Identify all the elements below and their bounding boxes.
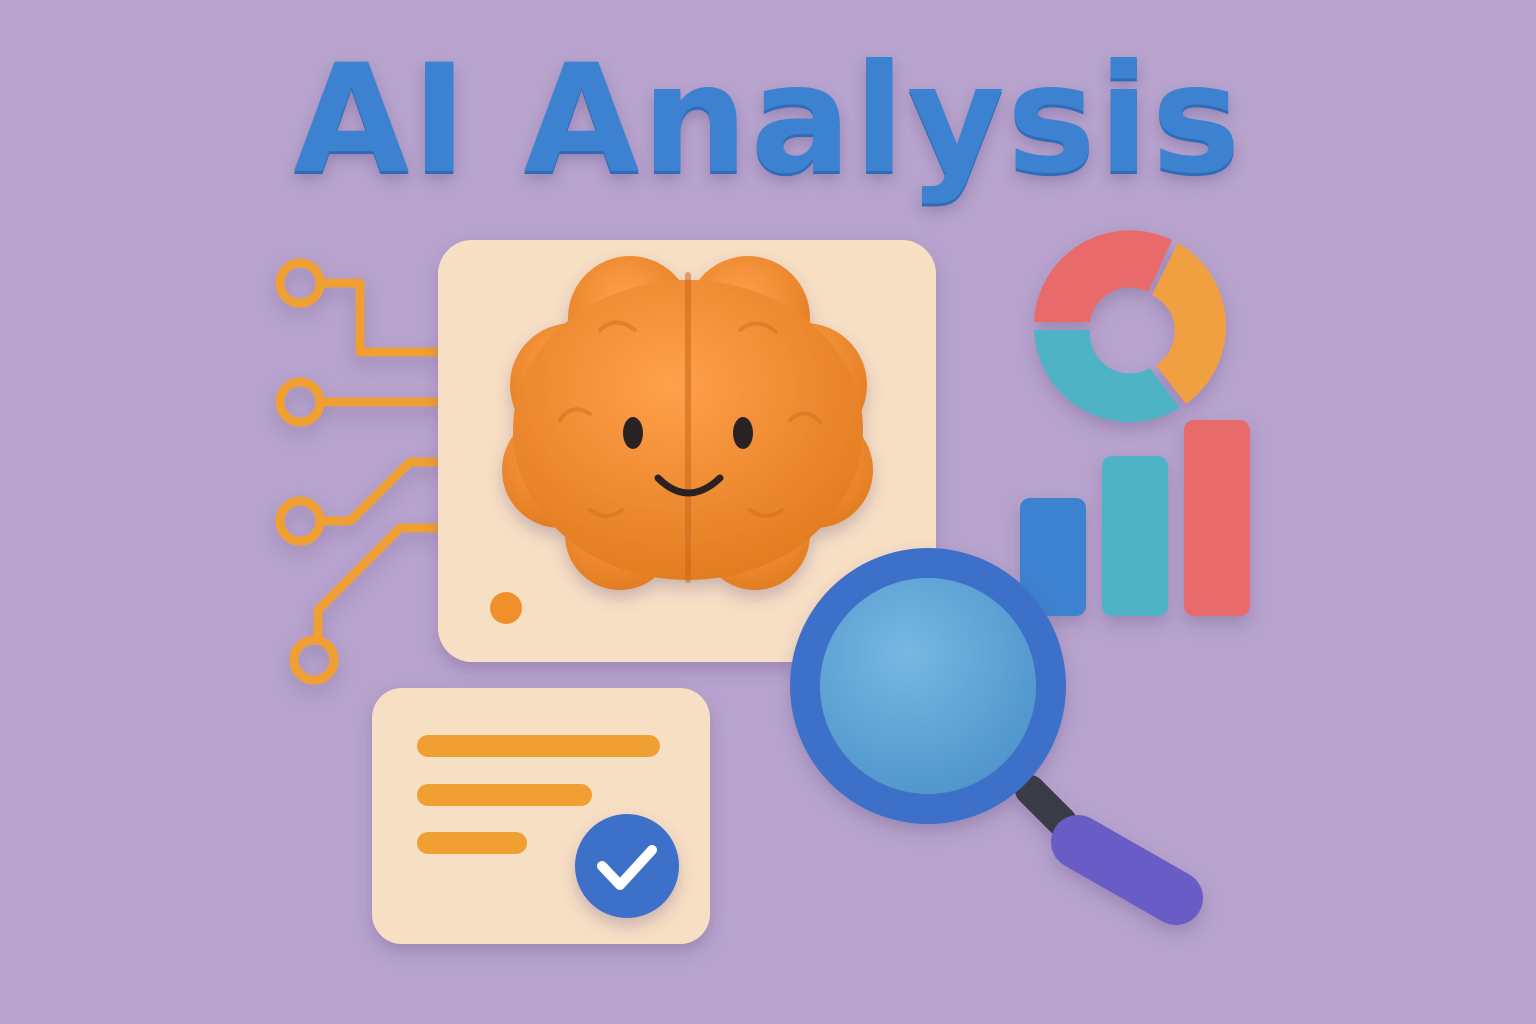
bar-chart-icon — [1020, 420, 1250, 616]
donut-chart-icon — [1034, 230, 1226, 423]
illustration — [275, 230, 1250, 944]
checkmark-icon — [575, 814, 679, 918]
circuit-lines-icon — [275, 258, 443, 685]
